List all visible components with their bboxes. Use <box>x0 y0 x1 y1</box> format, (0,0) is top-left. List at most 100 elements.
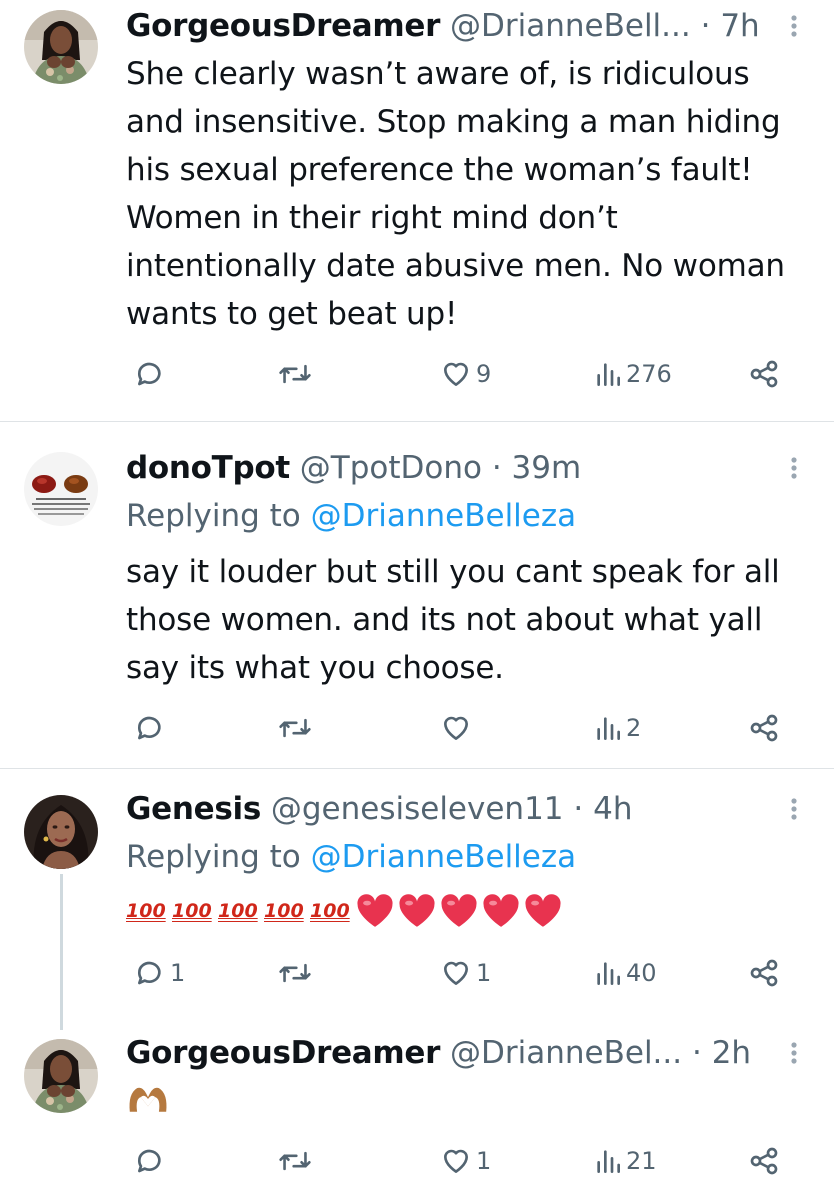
replying-to: Replying to @DrianneBelleza <box>126 496 576 536</box>
tweet-text: say it louder but still you cant speak f… <box>126 554 780 686</box>
share-icon <box>748 358 780 390</box>
hundred-points-emoji: 100 <box>218 900 258 922</box>
red-heart-emoji <box>440 893 478 929</box>
display-name[interactable]: GorgeousDreamer <box>126 8 440 44</box>
views-button[interactable]: 21 <box>594 1139 657 1183</box>
hundred-points-emoji: 100 <box>310 900 350 922</box>
views-icon <box>594 957 622 989</box>
timestamp[interactable]: 7h <box>720 8 759 44</box>
separator-dot: · <box>691 1035 702 1071</box>
tweet-header: GorgeousDreamer @DrianneBell... · 7h <box>126 6 804 46</box>
tweet[interactable]: donoTpot @TpotDono · 39m Replying to @Dr… <box>0 422 834 768</box>
retweet-button[interactable] <box>278 352 316 396</box>
views-count: 40 <box>626 959 657 987</box>
reply-icon <box>134 358 166 390</box>
separator-dot: · <box>573 791 584 827</box>
avatar[interactable] <box>24 452 98 526</box>
heart-icon <box>440 1145 472 1177</box>
views-count: 276 <box>626 360 672 388</box>
avatar[interactable] <box>24 1039 98 1113</box>
like-button[interactable]: 1 <box>440 951 491 995</box>
tweet[interactable]: GorgeousDreamer @DrianneBel... · 2h 1 21 <box>0 1019 834 1200</box>
more-vertical-icon[interactable] <box>784 448 804 488</box>
retweet-icon <box>278 358 312 390</box>
heart-icon <box>440 957 472 989</box>
handle[interactable]: @genesiseleven11 <box>271 791 564 827</box>
tweet[interactable]: GorgeousDreamer @DrianneBell... · 7h She… <box>0 0 834 420</box>
retweet-icon <box>278 712 312 744</box>
share-button[interactable] <box>748 951 780 995</box>
tweet-actions: 2 <box>126 706 786 750</box>
retweet-button[interactable] <box>278 1139 316 1183</box>
handle[interactable]: @TpotDono <box>300 450 482 486</box>
replying-to-label: Replying to <box>126 498 301 534</box>
avatar[interactable] <box>24 795 98 869</box>
reply-icon <box>134 712 166 744</box>
red-heart-emoji <box>356 893 394 929</box>
views-icon <box>594 712 622 744</box>
views-count: 2 <box>626 714 642 742</box>
more-vertical-icon[interactable] <box>784 789 804 829</box>
share-button[interactable] <box>748 706 780 750</box>
heart-icon <box>440 358 472 390</box>
red-heart-emoji <box>482 893 520 929</box>
replying-to: Replying to @DrianneBelleza <box>126 837 576 877</box>
timestamp[interactable]: 2h <box>712 1035 751 1071</box>
separator-dot: · <box>491 450 502 486</box>
hundred-points-emoji: 100 <box>264 900 304 922</box>
tweet-actions: 1 1 40 <box>126 951 786 995</box>
reply-button[interactable] <box>134 352 170 396</box>
retweet-icon <box>278 1145 312 1177</box>
like-count: 1 <box>476 959 492 987</box>
like-count: 9 <box>476 360 492 388</box>
tweet-header: Genesis @genesiseleven11 · 4h <box>126 789 804 829</box>
avatar[interactable] <box>24 10 98 84</box>
share-icon <box>748 1145 780 1177</box>
timestamp[interactable]: 4h <box>593 791 632 827</box>
red-heart-emoji <box>398 893 436 929</box>
reply-button[interactable] <box>134 1139 170 1183</box>
retweet-button[interactable] <box>278 951 316 995</box>
replying-to-label: Replying to <box>126 839 301 875</box>
tweet-emoji-row: 100 100 100 100 100 <box>126 887 566 935</box>
display-name[interactable]: donoTpot <box>126 450 290 486</box>
retweet-button[interactable] <box>278 706 316 750</box>
like-button[interactable]: 1 <box>440 1139 491 1183</box>
views-button[interactable]: 40 <box>594 951 657 995</box>
like-count: 1 <box>476 1147 492 1175</box>
more-vertical-icon[interactable] <box>784 6 804 46</box>
share-icon <box>748 712 780 744</box>
share-icon <box>748 957 780 989</box>
views-button[interactable]: 276 <box>594 352 672 396</box>
reply-button[interactable]: 1 <box>134 951 185 995</box>
replying-to-mention[interactable]: @DrianneBelleza <box>311 498 577 534</box>
hundred-points-emoji: 100 <box>126 900 166 922</box>
heart-icon <box>440 712 472 744</box>
reply-button[interactable] <box>134 706 170 750</box>
like-button[interactable]: 9 <box>440 352 491 396</box>
views-icon <box>594 358 622 390</box>
tweet-header: GorgeousDreamer @DrianneBel... · 2h <box>126 1033 804 1073</box>
reply-icon <box>134 1145 166 1177</box>
views-button[interactable]: 2 <box>594 706 641 750</box>
more-vertical-icon[interactable] <box>784 1033 804 1073</box>
share-button[interactable] <box>748 1139 780 1183</box>
separator-dot: · <box>700 8 711 44</box>
views-icon <box>594 1145 622 1177</box>
retweet-icon <box>278 957 312 989</box>
tweet-text: She clearly wasn’t aware of, is ridiculo… <box>126 56 785 332</box>
tweet-header: donoTpot @TpotDono · 39m <box>126 448 804 488</box>
like-button[interactable] <box>440 706 476 750</box>
tweet[interactable]: Genesis @genesiseleven11 · 4h Replying t… <box>0 769 834 1019</box>
tweet-actions: 9 276 <box>126 352 786 396</box>
heart-hands-emoji <box>126 1079 170 1123</box>
display-name[interactable]: GorgeousDreamer <box>126 1035 440 1071</box>
views-count: 21 <box>626 1147 657 1175</box>
handle[interactable]: @DrianneBel... <box>450 1035 682 1071</box>
handle[interactable]: @DrianneBell... <box>450 8 691 44</box>
replying-to-mention[interactable]: @DrianneBelleza <box>311 839 577 875</box>
timestamp[interactable]: 39m <box>512 450 582 486</box>
share-button[interactable] <box>748 352 780 396</box>
display-name[interactable]: Genesis <box>126 791 261 827</box>
red-heart-emoji <box>524 893 562 929</box>
